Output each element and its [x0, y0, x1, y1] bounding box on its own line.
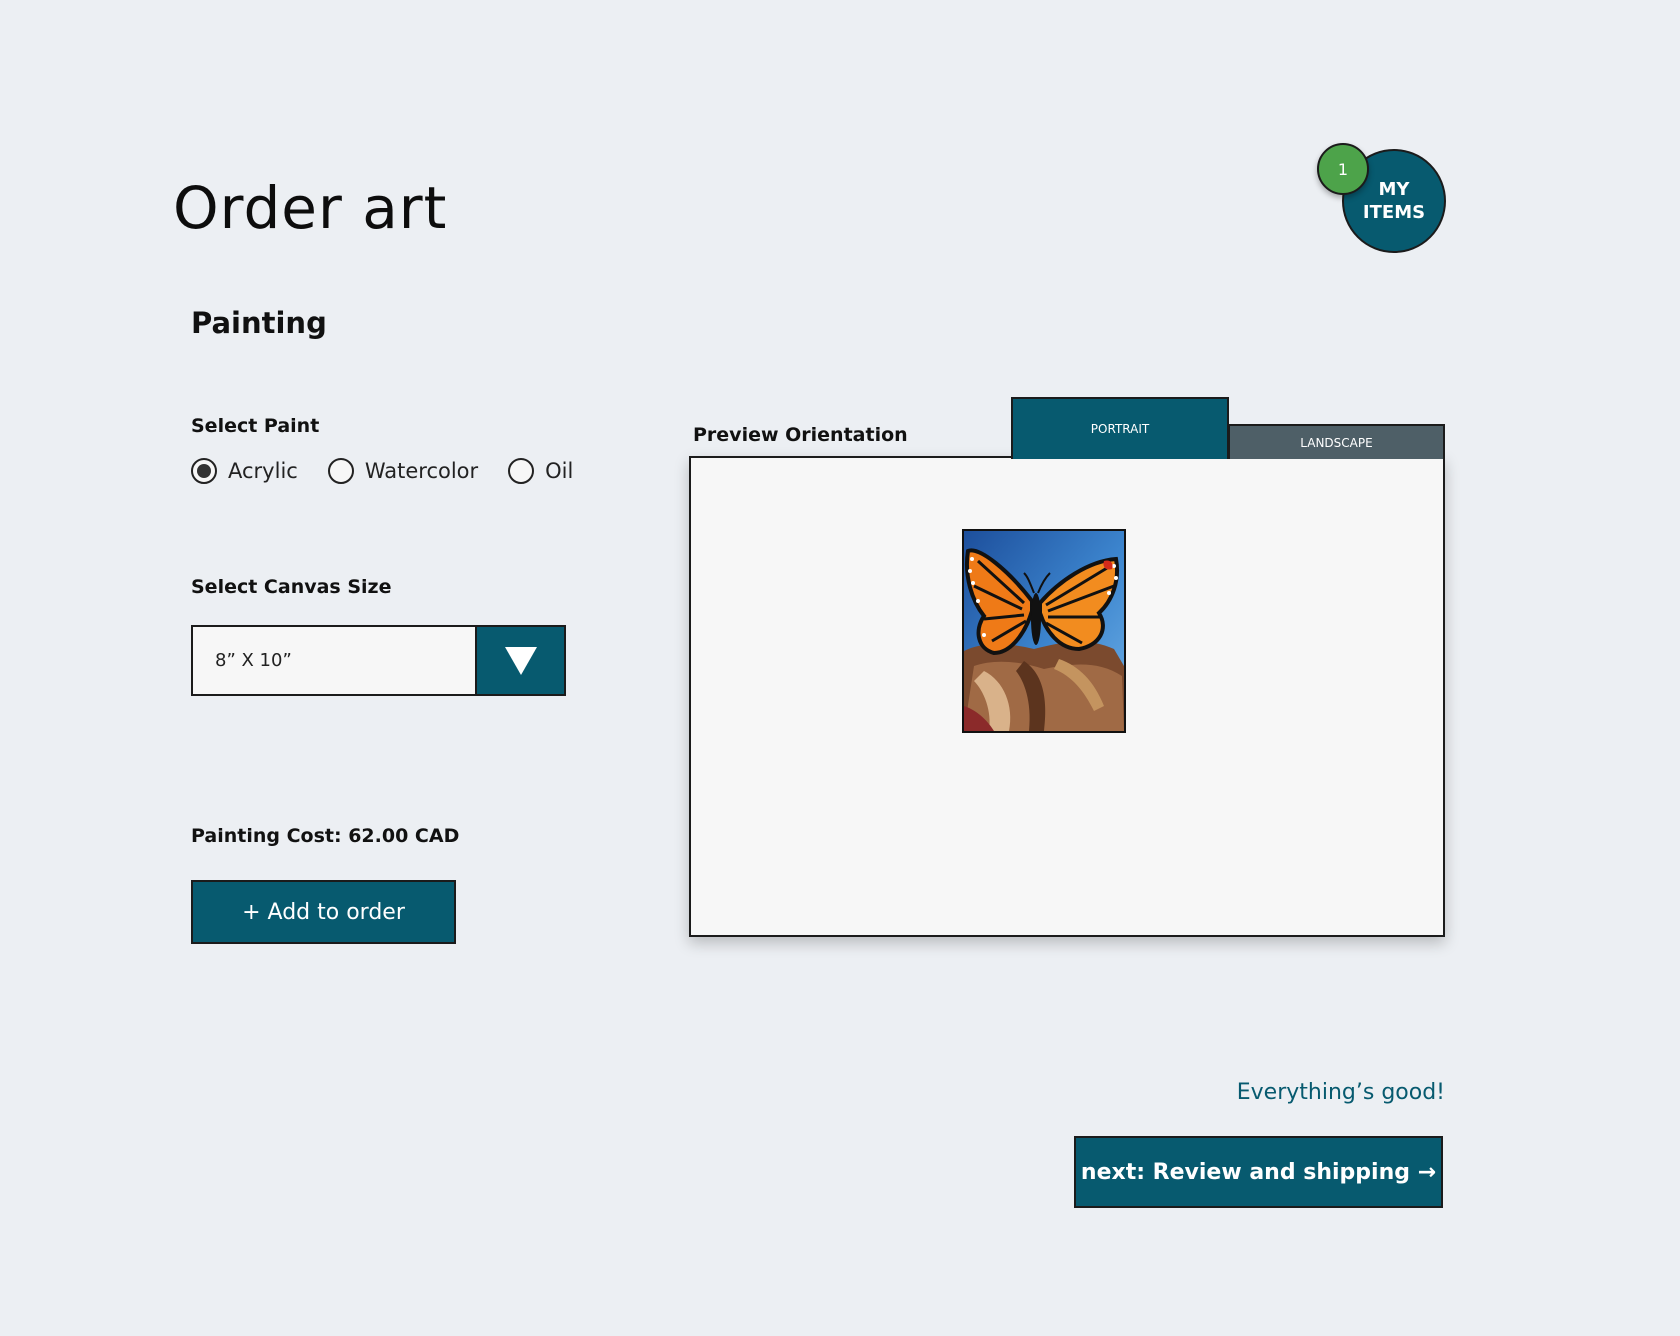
- tab-portrait[interactable]: PORTRAIT: [1011, 397, 1229, 459]
- radio-button[interactable]: [327, 458, 354, 484]
- add-to-order-button[interactable]: + Add to order: [191, 880, 456, 944]
- butterfly-painting-image: [964, 531, 1124, 731]
- cart-count-badge: 1: [1317, 143, 1369, 195]
- canvas-size-select[interactable]: 8” X 10”: [191, 625, 566, 696]
- my-items-label-line2: ITEMS: [1362, 202, 1426, 223]
- select-paint-label: Select Paint: [191, 415, 320, 437]
- radio-dot: [197, 464, 211, 478]
- paint-option-label: Watercolor: [364, 459, 479, 483]
- triangle-down-icon: [504, 646, 537, 675]
- next-review-shipping-button[interactable]: next: Review and shipping →: [1074, 1136, 1443, 1208]
- preview-orientation-label: Preview Orientation: [693, 424, 908, 446]
- painting-cost: Painting Cost: 62.00 CAD: [191, 825, 460, 847]
- status-message: Everything’s good!: [1236, 1080, 1445, 1105]
- paint-option-watercolor[interactable]: Watercolor: [327, 458, 479, 484]
- paint-option-label: Oil: [545, 459, 574, 483]
- paint-option-oil[interactable]: Oil: [508, 458, 573, 484]
- preview-panel: [689, 456, 1445, 937]
- dropdown-toggle[interactable]: [475, 627, 564, 694]
- canvas-size-value: 8” X 10”: [215, 650, 292, 671]
- my-items-label-line1: MY: [1378, 179, 1410, 200]
- select-canvas-size-label: Select Canvas Size: [191, 576, 392, 598]
- paint-radio-group: Acrylic Watercolor Oil: [191, 454, 573, 488]
- tab-landscape[interactable]: LANDSCAPE: [1228, 424, 1445, 459]
- page-title: Order art: [173, 174, 448, 242]
- section-title: Painting: [191, 306, 327, 340]
- artwork-preview-image: [962, 529, 1126, 733]
- radio-button-selected[interactable]: [191, 458, 217, 484]
- paint-option-acrylic[interactable]: Acrylic: [191, 458, 298, 484]
- paint-option-label: Acrylic: [228, 459, 298, 483]
- radio-button[interactable]: [508, 458, 535, 484]
